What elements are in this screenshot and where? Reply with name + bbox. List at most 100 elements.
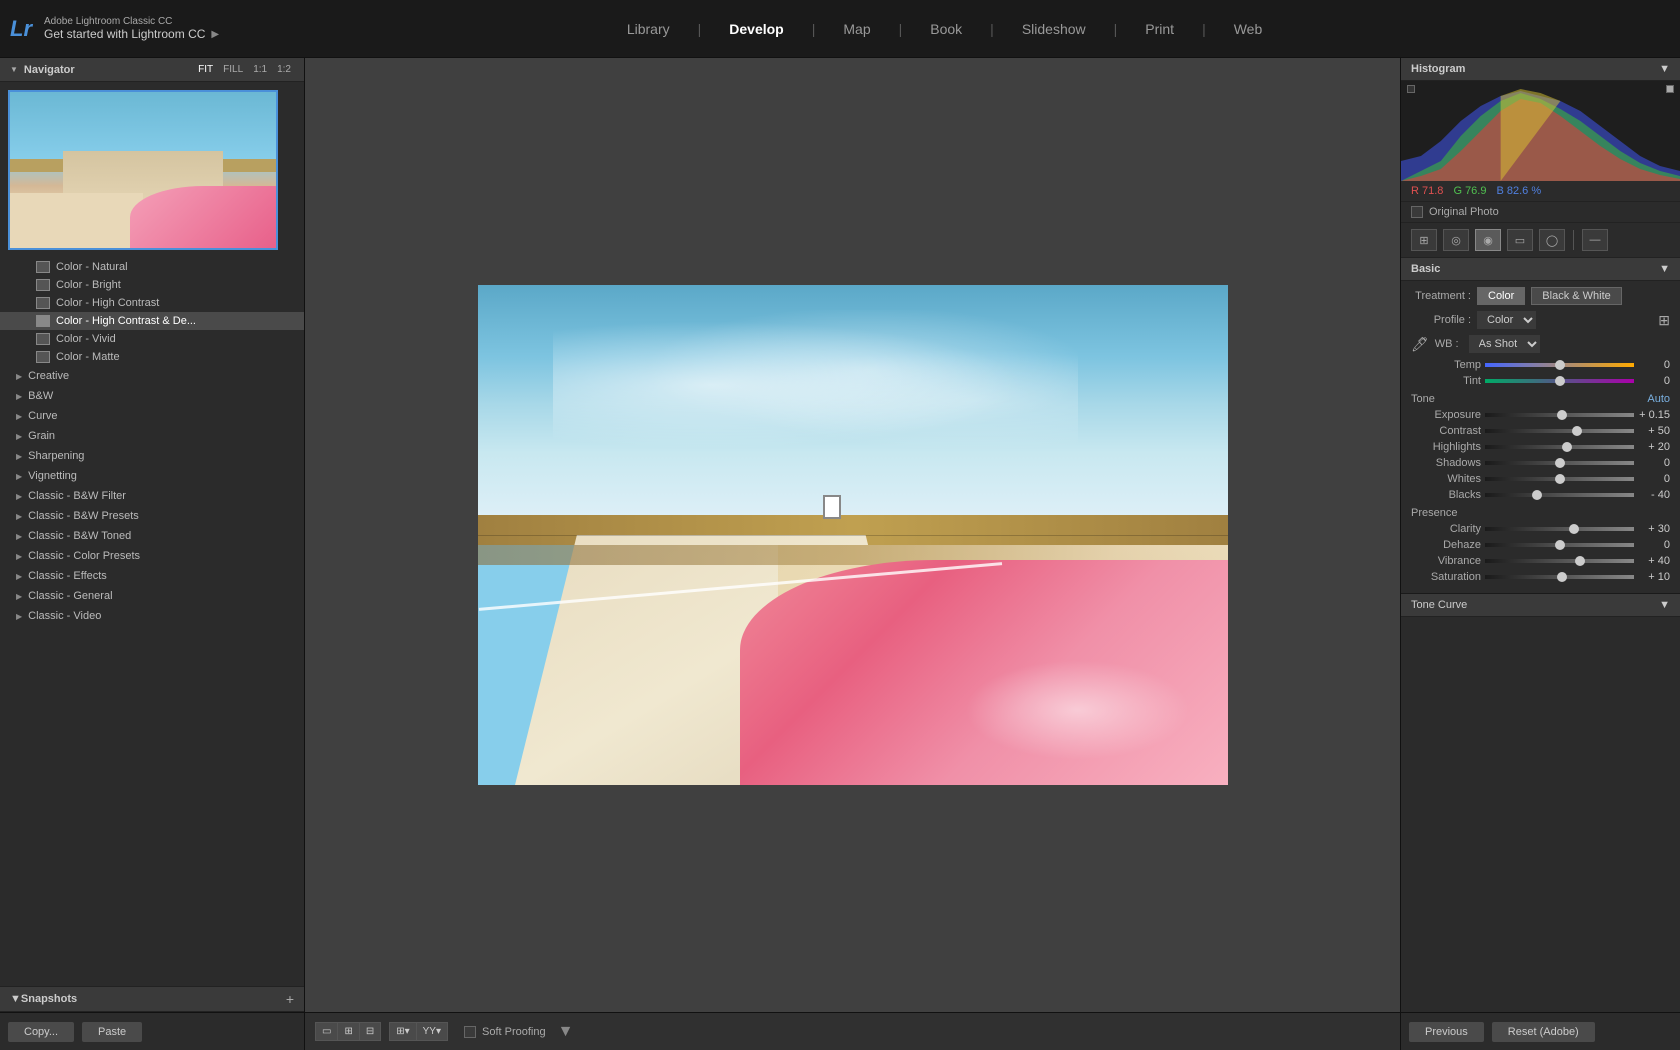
tint-slider[interactable] [1485,379,1634,383]
preset-group-classic-bw-filter[interactable]: ▶ Classic - B&W Filter [0,486,304,506]
reset-button[interactable]: Reset (Adobe) [1492,1022,1595,1042]
navigator-panel-header[interactable]: ▼ Navigator FIT FILL 1:1 1:2 [0,58,304,82]
soft-proofing-toggle[interactable]: Soft Proofing [464,1026,546,1038]
preset-group-bw[interactable]: ▶ B&W [0,386,304,406]
wb-select[interactable]: As Shot [1469,335,1540,353]
preset-group-creative[interactable]: ▶ Creative [0,366,304,386]
expand-toolbar-button[interactable]: ▼ [554,1023,578,1041]
red-eye-tool[interactable]: ◉ [1475,229,1501,251]
nav-map[interactable]: Map [835,17,878,41]
nav-web[interactable]: Web [1226,17,1271,41]
exposure-thumb[interactable] [1557,410,1567,420]
view-loupe-button[interactable]: ▭ [316,1023,338,1040]
basic-panel-header[interactable]: Basic ▼ [1401,258,1680,281]
sort-button[interactable]: ⊞▾ [390,1023,416,1040]
original-photo-checkbox[interactable] [1411,206,1423,218]
view-survey-button[interactable]: ⊟ [360,1023,380,1040]
preset-group-classic-bw-presets[interactable]: ▶ Classic - B&W Presets [0,506,304,526]
temp-slider[interactable] [1485,363,1634,367]
spot-removal-tool[interactable]: ◎ [1443,229,1469,251]
highlights-thumb[interactable] [1562,442,1572,452]
preset-group-classic-video[interactable]: ▶ Classic - Video [0,606,304,626]
shadows-thumb[interactable] [1555,458,1565,468]
preset-group-classic-bw-toned[interactable]: ▶ Classic - B&W Toned [0,526,304,546]
preset-group-vignetting[interactable]: ▶ Vignetting [0,466,304,486]
preset-color-matte[interactable]: Color - Matte [0,348,304,366]
saturation-slider[interactable] [1485,575,1634,579]
preset-color-vivid[interactable]: Color - Vivid [0,330,304,348]
navigator-thumbnail[interactable] [8,90,278,250]
highlights-slider[interactable] [1485,445,1634,449]
preset-color-natural[interactable]: Color - Natural [0,258,304,276]
dehaze-thumb[interactable] [1555,540,1565,550]
preset-group-classic-color[interactable]: ▶ Classic - Color Presets [0,546,304,566]
preset-group-grain[interactable]: ▶ Grain [0,426,304,446]
nav-print[interactable]: Print [1137,17,1182,41]
preset-color-high-contrast[interactable]: Color - High Contrast [0,294,304,312]
zoom-fill[interactable]: FILL [220,63,246,76]
blacks-slider[interactable] [1485,493,1634,497]
nav-book[interactable]: Book [922,17,970,41]
tone-curve-triangle: ▼ [1659,599,1670,611]
whites-slider[interactable] [1485,477,1634,481]
preset-color-high-contrast-de[interactable]: Color - High Contrast & De... [0,312,304,330]
whites-value: 0 [1638,473,1670,485]
crop-tool[interactable]: ⊞ [1411,229,1437,251]
nav-slideshow[interactable]: Slideshow [1014,17,1094,41]
blacks-thumb[interactable] [1532,490,1542,500]
preset-color-bright[interactable]: Color - Bright [0,276,304,294]
preset-group-sharpening[interactable]: ▶ Sharpening [0,446,304,466]
radial-filter-tool[interactable]: ◯ [1539,229,1565,251]
soft-proofing-checkbox[interactable] [464,1026,476,1038]
profile-select[interactable]: Color [1477,311,1536,329]
right-panel: Histogram ▼ [1400,58,1680,1050]
bw-treatment-button[interactable]: Black & White [1531,287,1621,305]
paste-button[interactable]: Paste [82,1022,142,1042]
view-compare-button[interactable]: ⊞ [338,1023,359,1040]
zoom-fit[interactable]: FIT [195,63,216,76]
previous-button[interactable]: Previous [1409,1022,1484,1042]
temp-thumb[interactable] [1555,360,1565,370]
dehaze-slider[interactable] [1485,543,1634,547]
nav-library[interactable]: Library [619,17,678,41]
color-treatment-button[interactable]: Color [1477,287,1525,305]
vibrance-slider[interactable] [1485,559,1634,563]
vibrance-thumb[interactable] [1575,556,1585,566]
shadows-value: 0 [1638,457,1670,469]
image-area[interactable] [305,58,1400,1012]
copy-button[interactable]: Copy... [8,1022,74,1042]
add-snapshot-button[interactable]: + [286,992,294,1006]
shadows-slider[interactable] [1485,461,1634,465]
profile-grid-button[interactable]: ⊞ [1658,312,1670,329]
profile-label: Profile : [1411,314,1471,326]
whites-thumb[interactable] [1555,474,1565,484]
saturation-thumb[interactable] [1557,572,1567,582]
nav-develop[interactable]: Develop [721,17,791,41]
clarity-thumb[interactable] [1569,524,1579,534]
eyedropper-tool[interactable]: 🖊 [1411,336,1429,353]
contrast-slider[interactable] [1485,429,1634,433]
preset-group-curve[interactable]: ▶ Curve [0,406,304,426]
snapshots-title: Snapshots [21,993,286,1005]
exposure-slider[interactable] [1485,413,1634,417]
tone-curve-header[interactable]: Tone Curve ▼ [1401,594,1680,617]
auto-tone-button[interactable]: Auto [1647,393,1670,405]
preset-group-classic-general[interactable]: ▶ Classic - General [0,586,304,606]
bottom-bar-left: Copy... Paste [0,1012,304,1050]
contrast-label: Contrast [1411,425,1481,437]
tint-thumb[interactable] [1555,376,1565,386]
adjustment-brush-tool[interactable]: — [1582,229,1608,251]
highlight-clipping-indicator[interactable] [1666,85,1674,93]
shadow-clipping-indicator[interactable] [1407,85,1415,93]
graduated-filter-tool[interactable]: ▭ [1507,229,1533,251]
zoom-1-2[interactable]: 1:2 [274,63,294,76]
app-subtitle[interactable]: Get started with Lightroom CC ▶ [44,27,219,41]
flag-button[interactable]: YY▾ [417,1023,447,1040]
zoom-1-1[interactable]: 1:1 [250,63,270,76]
clarity-slider[interactable] [1485,527,1634,531]
histogram-triangle: ▼ [1659,63,1670,75]
navigator-title: Navigator [24,64,189,76]
preset-group-classic-effects[interactable]: ▶ Classic - Effects [0,566,304,586]
histogram-header[interactable]: Histogram ▼ [1401,58,1680,81]
contrast-thumb[interactable] [1572,426,1582,436]
